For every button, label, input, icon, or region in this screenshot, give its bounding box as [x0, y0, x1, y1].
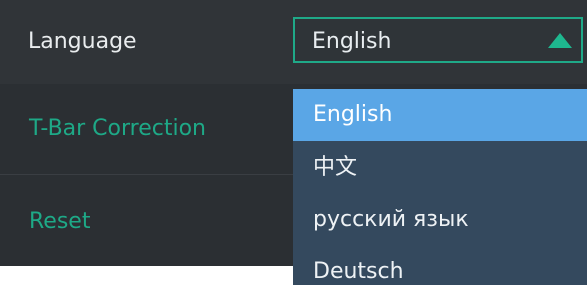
- language-option-label: Deutsch: [313, 259, 404, 284]
- language-dropdown-menu: English 中文 русский язык Deutsch: [293, 89, 587, 285]
- tbar-correction-label[interactable]: T-Bar Correction: [29, 116, 206, 142]
- language-row: Language English: [0, 0, 587, 84]
- language-option-russian[interactable]: русский язык: [293, 194, 587, 246]
- language-option-label: 中文: [313, 155, 358, 180]
- language-option-german[interactable]: Deutsch: [293, 246, 587, 298]
- language-option-chinese[interactable]: 中文: [293, 142, 587, 194]
- language-option-label: русский язык: [313, 207, 469, 232]
- reset-label[interactable]: Reset: [29, 209, 90, 235]
- language-select-value: English: [312, 29, 392, 54]
- language-option-label: English: [313, 102, 393, 127]
- triangle-up-icon: [548, 33, 572, 48]
- language-option-english[interactable]: English: [293, 89, 587, 141]
- language-label: Language: [28, 29, 137, 54]
- language-select[interactable]: English: [293, 17, 583, 63]
